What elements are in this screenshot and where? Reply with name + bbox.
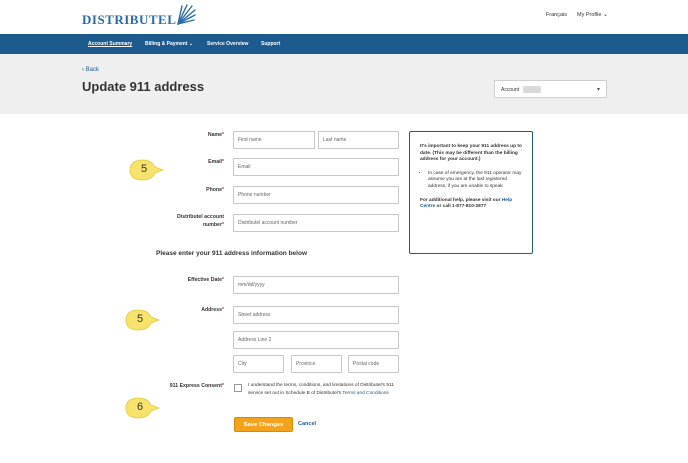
info-help-suffix: or call 1-877-810-2877 <box>436 204 487 210</box>
required-mark: * <box>221 307 224 313</box>
effective-date-label-text: Effective Date <box>187 277 222 283</box>
consent-label-text: 911 Express Consent <box>169 383 222 389</box>
required-mark: * <box>221 187 224 193</box>
profile-menu[interactable]: My Profile ⌄ <box>577 11 608 18</box>
callout-number: 6 <box>136 401 144 413</box>
required-mark: * <box>221 383 224 389</box>
info-list: In case of emergency, the 911 operator m… <box>428 171 522 191</box>
province-input[interactable]: Province <box>291 355 342 373</box>
account-number-redacted <box>523 86 541 93</box>
chevron-down-icon: ⌄ <box>188 41 194 47</box>
name-label: Name* <box>84 131 224 139</box>
email-label-text: Email <box>208 159 222 165</box>
language-link[interactable]: Français <box>546 12 567 18</box>
caret-down-icon: ▾ <box>596 87 600 93</box>
account-number-label-line1: Distributel account <box>177 214 224 220</box>
nav-account-summary[interactable]: Account Summary <box>88 41 132 47</box>
save-changes-button[interactable]: Save Changes <box>234 417 293 432</box>
nav-service-overview[interactable]: Service Overview <box>207 41 248 47</box>
cancel-link[interactable]: Cancel <box>298 421 316 427</box>
nav-billing-label: Billing & Payment <box>145 41 188 47</box>
required-mark: * <box>221 132 224 138</box>
info-bullet: In case of emergency, the 911 operator m… <box>428 171 522 191</box>
name-label-text: Name <box>207 132 222 138</box>
address-label-text: Address <box>201 307 222 313</box>
consent-checkbox[interactable] <box>234 384 242 392</box>
info-intro: It's important to keep your 911 address … <box>420 144 522 163</box>
phone-label: Phone* <box>84 186 224 194</box>
chevron-down-icon: ⌄ <box>602 12 608 18</box>
profile-link-label: My Profile <box>576 12 602 18</box>
nav-support[interactable]: Support <box>261 41 280 47</box>
first-name-input[interactable]: First name <box>233 131 315 149</box>
info-help: For additional help, please visit our He… <box>420 198 522 211</box>
consent-label: 911 Express Consent* <box>84 382 224 390</box>
chevron-left-icon: ‹ <box>82 67 84 73</box>
section-heading: Please enter your 911 address informatio… <box>156 250 307 257</box>
logo-text: DISTRIBUTEL <box>82 12 177 27</box>
effective-date-input[interactable]: mm/dd/yyyy <box>233 276 399 294</box>
back-label: Back <box>85 67 100 73</box>
phone-label-text: Phone <box>206 187 222 193</box>
consent-text: I understand the terms, conditions, and … <box>248 382 398 397</box>
distributel-logo[interactable]: DISTRIBUTEL <box>82 4 197 28</box>
account-select-label: Account <box>501 87 520 93</box>
info-help-prefix: For additional help, please visit our <box>420 197 501 203</box>
account-number-label: Distributel account number* <box>84 213 224 229</box>
callout-marker: 5 <box>124 309 161 331</box>
account-number-label-line2: number <box>202 222 222 228</box>
top-bar: DISTRIBUTEL Français My Profile ⌄ <box>0 0 688 34</box>
nav-billing-payment[interactable]: Billing & Payment ⌄ <box>145 41 193 47</box>
postal-code-input[interactable]: Postal code <box>348 355 399 373</box>
callout-number: 5 <box>140 163 148 175</box>
required-mark: * <box>221 277 224 283</box>
main-nav: Account Summary Billing & Payment ⌄ Serv… <box>0 34 688 54</box>
info-box: It's important to keep your 911 address … <box>409 131 533 254</box>
effective-date-label: Effective Date* <box>84 276 224 284</box>
starburst-icon <box>177 4 197 25</box>
required-mark: * <box>221 222 224 228</box>
top-links: Français My Profile ⌄ <box>546 11 608 19</box>
callout-marker: 5 <box>128 159 165 181</box>
phone-input[interactable]: Phone number <box>233 186 399 204</box>
account-number-input[interactable]: Distributel account number <box>233 214 399 232</box>
city-input[interactable]: City <box>233 355 284 373</box>
callout-marker: 6 <box>124 397 161 419</box>
callout-number: 5 <box>136 313 144 325</box>
terms-link[interactable]: Terms and Conditions <box>342 391 388 396</box>
account-select[interactable]: Account ▾ <box>494 80 607 98</box>
required-mark: * <box>221 159 224 165</box>
page-title: Update 911 address <box>82 79 205 94</box>
address-line2-input[interactable]: Address Line 2 <box>233 331 399 349</box>
last-name-input[interactable]: Last name <box>318 131 399 149</box>
street-address-input[interactable]: Street address <box>233 306 399 324</box>
email-input[interactable]: Email <box>233 158 399 176</box>
back-link[interactable]: ‹ Back <box>82 67 99 73</box>
